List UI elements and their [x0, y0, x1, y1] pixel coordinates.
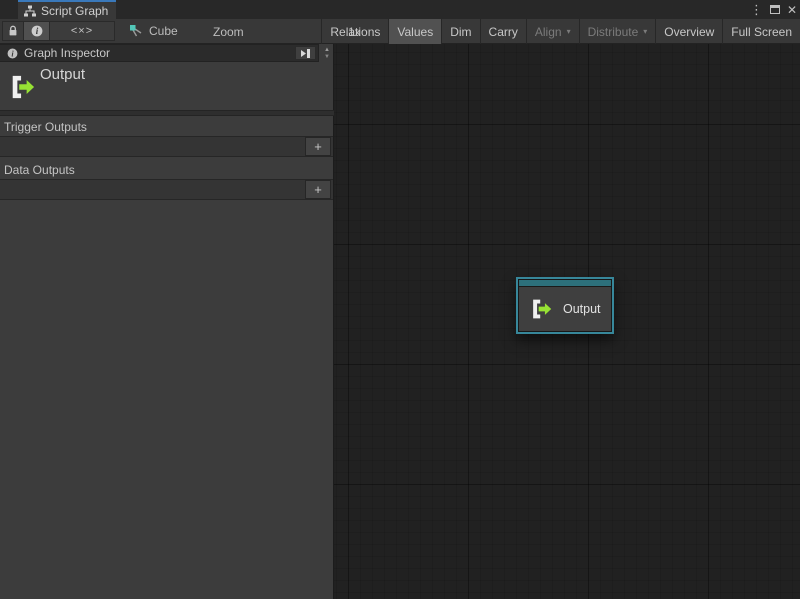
toolbar-button-group: Relations Values Dim Carry Align ▾ Distr… [321, 19, 800, 44]
trigger-outputs-list [0, 136, 333, 157]
lock-button[interactable] [3, 22, 24, 40]
full-screen-button[interactable]: Full Screen [722, 19, 800, 44]
output-unit-icon [9, 72, 35, 102]
graph-inspector-title: Graph Inspector [24, 46, 110, 60]
toolbar-toggle-group: i <×> [2, 21, 115, 41]
add-data-output-button[interactable]: + [305, 180, 331, 199]
code-preview-button[interactable]: <×> [50, 22, 114, 40]
carry-button[interactable]: Carry [480, 19, 526, 44]
chevron-up-icon[interactable]: ▲ [324, 48, 330, 53]
graph-canvas[interactable]: Output [334, 44, 800, 599]
dim-button[interactable]: Dim [441, 19, 479, 44]
menu-icon[interactable]: ⋮ [750, 3, 763, 16]
graph-icon [129, 24, 143, 38]
node-title: Output [563, 302, 601, 316]
maximize-icon[interactable] [770, 5, 780, 14]
unit-title: Output [40, 66, 85, 83]
plus-icon: + [314, 182, 322, 197]
window-controls: ⋮ ✕ [750, 0, 797, 19]
lock-icon [7, 25, 19, 37]
graph-tree-icon [24, 5, 36, 17]
dock-panel-button[interactable] [295, 46, 316, 60]
code-icon: <×> [71, 25, 93, 37]
chevron-down-icon: ▾ [643, 28, 647, 36]
zoom-label: Zoom [213, 25, 244, 39]
graph-name-label: Cube [149, 24, 178, 38]
plus-icon: + [314, 139, 322, 154]
graph-breadcrumb-cube[interactable]: Cube [125, 21, 182, 41]
distribute-dropdown[interactable]: Distribute ▾ [579, 19, 656, 44]
data-outputs-label: Data Outputs [4, 163, 75, 177]
tab-label: Script Graph [41, 4, 108, 18]
tab-bar: Script Graph ⋮ ✕ [0, 0, 800, 19]
data-outputs-list [0, 179, 333, 200]
info-icon: i [7, 48, 18, 59]
relations-button[interactable]: Relations [321, 19, 388, 44]
add-trigger-output-button[interactable]: + [305, 137, 331, 156]
node-titlebar [519, 280, 611, 287]
chevron-down-icon: ▾ [567, 28, 571, 36]
panel-spinner[interactable]: ▲ ▼ [321, 45, 333, 62]
trigger-outputs-label: Trigger Outputs [4, 120, 87, 134]
close-icon[interactable]: ✕ [787, 4, 797, 16]
graph-inspector-header: i Graph Inspector [0, 44, 319, 62]
graph-inspector-panel: i Graph Inspector ▲ ▼ Output Trigger Out… [0, 44, 334, 599]
graph-toolbar: i <×> Cube Zoom 1x Relations Values [0, 19, 800, 44]
overview-button[interactable]: Overview [655, 19, 722, 44]
chevron-down-icon[interactable]: ▼ [324, 55, 330, 60]
align-dropdown[interactable]: Align ▾ [526, 19, 579, 44]
dock-icon [300, 48, 311, 59]
output-unit-icon [530, 298, 552, 320]
section-divider [0, 110, 334, 116]
info-icon: i [31, 25, 43, 37]
tab-script-graph[interactable]: Script Graph [18, 0, 116, 19]
output-node[interactable]: Output [516, 277, 614, 334]
values-button[interactable]: Values [388, 19, 441, 44]
inspect-button[interactable]: i [24, 22, 50, 40]
